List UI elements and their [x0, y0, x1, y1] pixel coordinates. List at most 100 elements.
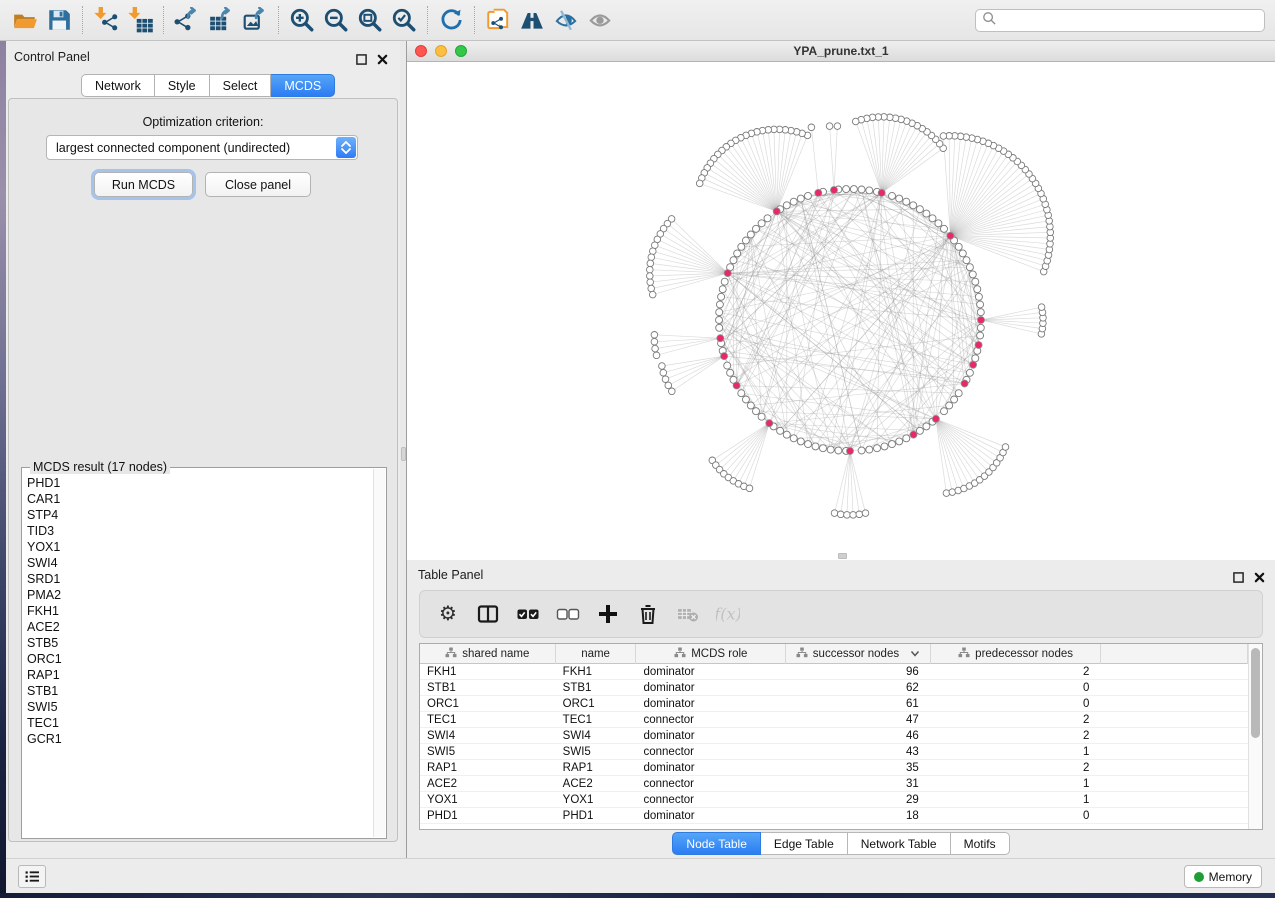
table-cell: SWI5: [556, 744, 637, 759]
splitter-grip[interactable]: [401, 447, 406, 461]
tab-motifs[interactable]: Motifs: [951, 832, 1010, 855]
table-scrollbar-thumb[interactable]: [1251, 648, 1260, 738]
select-all-checks-icon[interactable]: [510, 597, 546, 631]
table-row[interactable]: ACE2ACE2connector311: [420, 776, 1248, 792]
column-header-filler[interactable]: [1101, 644, 1248, 664]
show-eye-icon[interactable]: [583, 4, 617, 36]
horizontal-splitter-grip[interactable]: [838, 553, 847, 559]
table-cell: TEC1: [556, 712, 637, 727]
mcds-result-item[interactable]: STB1: [27, 683, 373, 699]
table-cell: 61: [786, 696, 931, 711]
float-panel-icon[interactable]: [356, 52, 367, 70]
deselect-all-checks-icon[interactable]: [550, 597, 586, 631]
mcds-result-item[interactable]: SWI5: [27, 699, 373, 715]
column-header-name[interactable]: name: [556, 644, 637, 664]
mcds-result-item[interactable]: PMA2: [27, 587, 373, 603]
task-history-button[interactable]: [18, 865, 46, 888]
mcds-result-item[interactable]: ORC1: [27, 651, 373, 667]
export-table-icon[interactable]: [204, 4, 238, 36]
network-canvas[interactable]: [407, 62, 1275, 560]
zoom-in-icon[interactable]: [285, 4, 319, 36]
apply-layout-icon[interactable]: [434, 4, 468, 36]
table-cell: 1: [931, 744, 1102, 759]
memory-button[interactable]: Memory: [1184, 865, 1262, 888]
mcds-result-item[interactable]: FKH1: [27, 603, 373, 619]
table-row[interactable]: TEC1TEC1connector472: [420, 712, 1248, 728]
hide-selected-eye-icon[interactable]: [549, 4, 583, 36]
column-label: name: [581, 648, 610, 660]
table-row[interactable]: ORC1ORC1dominator610: [420, 696, 1248, 712]
table-cell: dominator: [636, 808, 786, 823]
mcds-result-list[interactable]: PHD1CAR1STP4TID3YOX1SWI4SRD1PMA2FKH1ACE2…: [22, 471, 373, 838]
mcds-result-item[interactable]: RAP1: [27, 667, 373, 683]
table-row[interactable]: RAP1RAP1dominator352: [420, 760, 1248, 776]
table-row[interactable]: SWI5SWI5connector431: [420, 744, 1248, 760]
table-cell: STB1: [420, 680, 556, 695]
table-cell: [1101, 664, 1248, 679]
float-table-panel-icon[interactable]: [1233, 570, 1244, 588]
close-panel-icon[interactable]: [377, 52, 388, 70]
search-input[interactable]: [997, 14, 1258, 28]
find-binoculars-icon[interactable]: [515, 4, 549, 36]
tab-network[interactable]: Network: [81, 74, 155, 97]
mcds-result-item[interactable]: ACE2: [27, 619, 373, 635]
table-row[interactable]: STB1STB1dominator620: [420, 680, 1248, 696]
mcds-result-item[interactable]: TID3: [27, 523, 373, 539]
network-window-title: YPA_prune.txt_1: [407, 44, 1275, 58]
delete-column-icon[interactable]: [630, 597, 666, 631]
close-panel-button[interactable]: Close panel: [205, 172, 311, 197]
column-header-successor-nodes[interactable]: successor nodes: [786, 644, 931, 664]
mcds-result-item[interactable]: SWI4: [27, 555, 373, 571]
tab-style[interactable]: Style: [155, 74, 210, 97]
open-icon[interactable]: [8, 4, 42, 36]
table-row[interactable]: PHD1PHD1dominator180: [420, 808, 1248, 824]
attributes-gear-icon[interactable]: ⚙: [430, 597, 466, 631]
save-icon[interactable]: [42, 4, 76, 36]
zoom-out-icon[interactable]: [319, 4, 353, 36]
table-row[interactable]: SWI4SWI4dominator462: [420, 728, 1248, 744]
svg-text:⚙: ⚙: [439, 602, 457, 625]
mcds-result-group: MCDS result (17 nodes) PHD1CAR1STP4TID3Y…: [21, 467, 387, 839]
network-window-titlebar[interactable]: YPA_prune.txt_1: [407, 41, 1275, 62]
import-table-icon[interactable]: [123, 4, 157, 36]
mcds-list-scrollbar[interactable]: [373, 469, 385, 837]
delete-table-icon: [670, 597, 706, 631]
network-document-icon[interactable]: [481, 4, 515, 36]
mcds-result-item[interactable]: CAR1: [27, 491, 373, 507]
svg-text:f(x): f(x): [716, 605, 740, 624]
tab-select[interactable]: Select: [210, 74, 272, 97]
close-table-panel-icon[interactable]: [1254, 570, 1265, 588]
add-column-icon[interactable]: [590, 597, 626, 631]
function-builder-icon: f(x): [710, 597, 746, 631]
search-box[interactable]: [975, 9, 1265, 32]
zoom-selected-icon[interactable]: [387, 4, 421, 36]
mcds-result-item[interactable]: STB5: [27, 635, 373, 651]
tab-edge-table[interactable]: Edge Table: [761, 832, 848, 855]
column-header-shared-name[interactable]: shared name: [420, 644, 556, 664]
vertical-splitter[interactable]: [400, 41, 407, 858]
memory-status-icon: [1194, 872, 1204, 882]
mcds-result-item[interactable]: SRD1: [27, 571, 373, 587]
table-cell: [1101, 744, 1248, 759]
zoom-fit-icon[interactable]: [353, 4, 387, 36]
mcds-result-item[interactable]: PHD1: [27, 475, 373, 491]
tab-mcds[interactable]: MCDS: [271, 74, 335, 97]
table-cell: connector: [636, 776, 786, 791]
import-network-icon[interactable]: [89, 4, 123, 36]
column-header-MCDS-role[interactable]: MCDS role: [636, 644, 786, 664]
optimization-select[interactable]: largest connected component (undirected): [46, 135, 358, 160]
table-row[interactable]: FKH1FKH1dominator962: [420, 664, 1248, 680]
run-mcds-button[interactable]: Run MCDS: [94, 172, 193, 197]
table-scrollbar[interactable]: [1248, 644, 1262, 829]
export-image-icon[interactable]: [238, 4, 272, 36]
table-row[interactable]: YOX1YOX1connector291: [420, 792, 1248, 808]
mcds-result-item[interactable]: STP4: [27, 507, 373, 523]
split-panel-icon[interactable]: [470, 597, 506, 631]
mcds-result-item[interactable]: GCR1: [27, 731, 373, 747]
mcds-result-item[interactable]: YOX1: [27, 539, 373, 555]
tab-network-table[interactable]: Network Table: [848, 832, 951, 855]
mcds-result-item[interactable]: TEC1: [27, 715, 373, 731]
column-header-predecessor-nodes[interactable]: predecessor nodes: [931, 644, 1102, 664]
tab-node-table[interactable]: Node Table: [672, 832, 761, 855]
export-network-icon[interactable]: [170, 4, 204, 36]
